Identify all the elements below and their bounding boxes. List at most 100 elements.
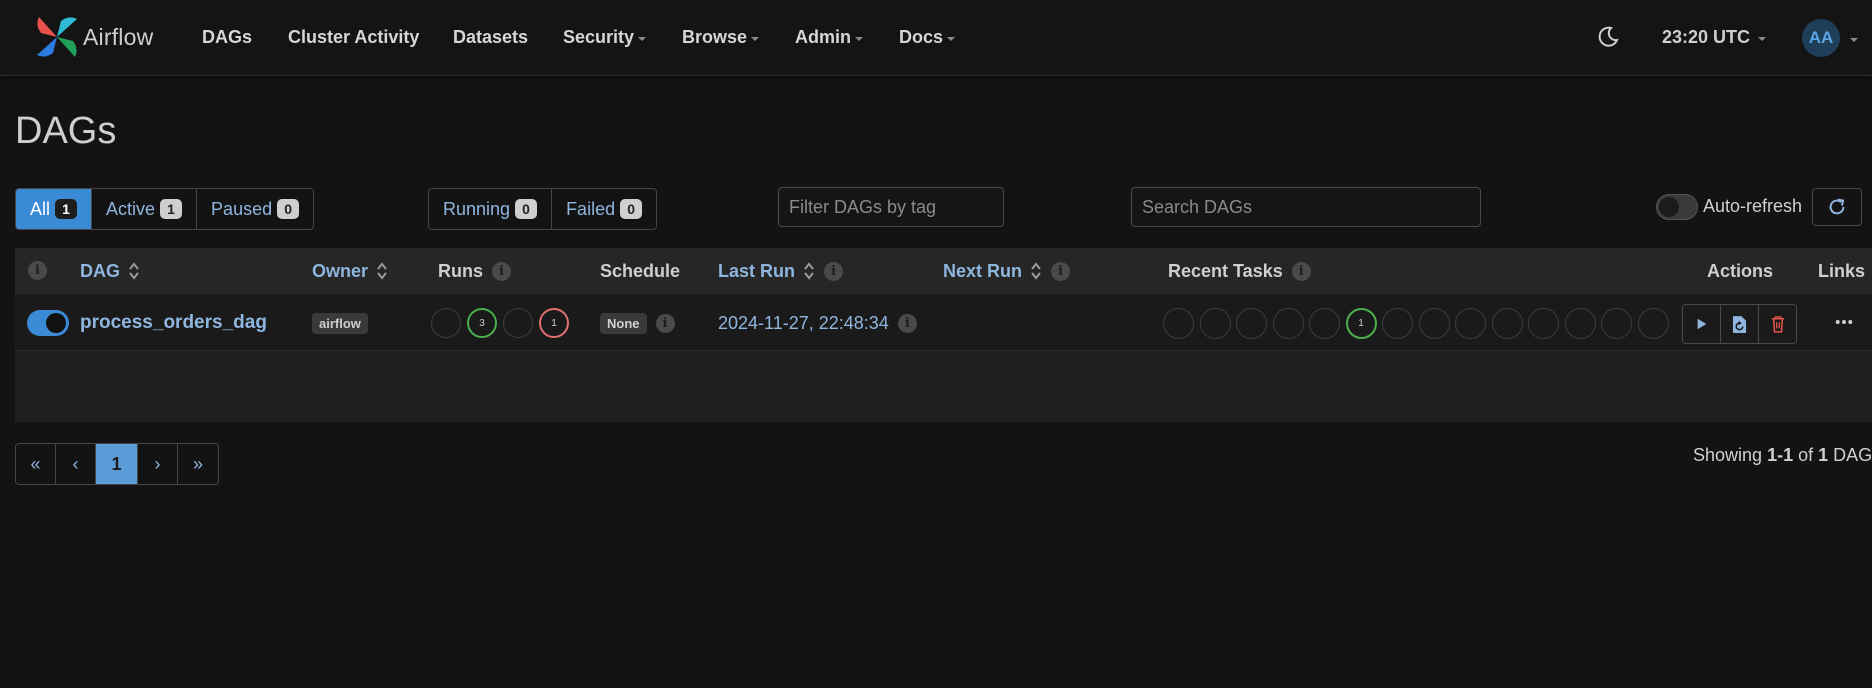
nav-docs[interactable]: Docs — [899, 0, 956, 75]
header-label: Last Run — [718, 260, 796, 281]
task-state-circle[interactable] — [1637, 307, 1669, 339]
last-run-link[interactable]: 2024-11-27, 22:48:34 — [718, 313, 889, 334]
nav-datasets[interactable]: Datasets — [453, 0, 528, 75]
current-page-button[interactable]: 1 — [96, 444, 138, 484]
header-label: Recent Tasks — [1168, 260, 1283, 281]
state-filter-group: Running 0 Failed 0 — [428, 188, 658, 230]
task-state-circle[interactable] — [1163, 307, 1194, 339]
info-icon[interactable]: i — [28, 261, 47, 280]
toggle-knob — [46, 313, 66, 333]
header-label: Owner — [312, 260, 369, 281]
schedule-badge: None — [600, 312, 647, 334]
filter-active-button[interactable]: Active 1 — [92, 189, 198, 229]
task-state-circle[interactable] — [1564, 307, 1596, 339]
reparse-dag-button[interactable] — [1721, 305, 1759, 343]
brand-logo[interactable]: Airflow — [33, 12, 153, 62]
delete-dag-button[interactable] — [1759, 305, 1796, 343]
more-links-icon[interactable] — [1829, 310, 1859, 334]
nav-label: Browse — [682, 27, 748, 47]
user-menu[interactable]: AA — [1802, 19, 1858, 57]
next-page-button[interactable]: › — [138, 444, 178, 484]
refresh-icon — [1829, 198, 1845, 215]
tag-filter-input[interactable] — [778, 187, 1004, 227]
info-icon[interactable]: i — [897, 313, 917, 333]
last-page-button[interactable]: » — [178, 444, 218, 484]
header-last-run[interactable]: Last Run i — [718, 248, 844, 294]
navbar: Airflow DAGs Cluster Activity Datasets S… — [0, 0, 1872, 76]
dag-pause-toggle[interactable] — [27, 310, 69, 336]
run-state-circle-failed[interactable]: 1 — [539, 308, 569, 338]
task-state-circle[interactable] — [1455, 307, 1486, 339]
task-state-circle-success[interactable]: 1 — [1345, 307, 1377, 339]
summary-suffix: DAGs — [1833, 445, 1872, 465]
refresh-button[interactable] — [1812, 188, 1862, 226]
header-dag[interactable]: DAG — [80, 248, 140, 294]
filter-failed-button[interactable]: Failed 0 — [552, 189, 656, 229]
sort-icon — [1031, 262, 1041, 280]
search-input[interactable] — [1131, 187, 1481, 227]
task-state-circle[interactable] — [1491, 307, 1523, 339]
run-state-circle-success[interactable]: 3 — [467, 308, 497, 338]
header-owner[interactable]: Owner — [312, 248, 388, 294]
info-icon[interactable]: i — [1051, 261, 1071, 281]
filter-paused-button[interactable]: Paused 0 — [197, 189, 313, 229]
brand-name: Airflow — [83, 23, 154, 50]
airflow-pinwheel-icon — [37, 17, 77, 57]
status-filter-group: All 1 Active 1 Paused 0 — [15, 188, 315, 230]
summary-of: of — [1793, 445, 1819, 465]
nav-browse[interactable]: Browse — [682, 0, 760, 75]
task-state-circle[interactable] — [1272, 307, 1304, 339]
moon-icon[interactable] — [1596, 25, 1620, 49]
owner-badge[interactable]: airflow — [312, 312, 368, 334]
task-state-circle[interactable] — [1528, 307, 1559, 339]
header-runs: Runs i — [438, 248, 511, 294]
task-state-circle[interactable] — [1236, 307, 1267, 339]
task-state-circle[interactable] — [1382, 307, 1413, 339]
filter-running-button[interactable]: Running 0 — [429, 189, 553, 229]
auto-refresh-label: Auto-refresh — [1703, 196, 1803, 216]
clock-dropdown[interactable]: 23:20 UTC — [1662, 0, 1767, 75]
info-icon[interactable]: i — [824, 261, 844, 281]
caret-down-icon — [1850, 37, 1858, 42]
nav-label: Security — [563, 27, 635, 47]
file-refresh-icon — [1732, 315, 1747, 333]
nav-admin[interactable]: Admin — [795, 0, 863, 75]
count-badge: 1 — [55, 199, 78, 219]
first-page-button[interactable]: « — [16, 444, 56, 484]
header-schedule: Schedule — [600, 248, 680, 294]
sort-icon — [377, 262, 387, 280]
summary-range: 1-1 — [1767, 445, 1794, 465]
run-state-circle-running[interactable] — [503, 308, 533, 338]
header-label: Schedule — [600, 260, 681, 281]
count-badge: 0 — [620, 199, 643, 219]
task-state-circle[interactable] — [1199, 307, 1231, 339]
filter-all-button[interactable]: All 1 — [16, 189, 93, 229]
info-icon[interactable]: i — [1291, 261, 1311, 281]
header-next-run[interactable]: Next Run i — [943, 248, 1071, 294]
task-state-circle[interactable] — [1309, 307, 1340, 339]
auto-refresh-switch[interactable] — [1656, 194, 1698, 220]
caret-down-icon — [751, 37, 760, 41]
sort-icon — [804, 262, 814, 280]
info-icon[interactable]: i — [655, 313, 675, 333]
prev-page-button[interactable]: ‹ — [56, 444, 96, 484]
play-icon — [1697, 318, 1706, 330]
task-state-circle[interactable] — [1418, 307, 1450, 339]
count-badge: 1 — [160, 199, 183, 219]
table-header: i DAG Owner Runs i Schedule Last Run i N… — [15, 248, 1872, 294]
summary-prefix: Showing — [1693, 445, 1768, 465]
run-state-circle-queued[interactable] — [431, 308, 461, 338]
nav-security[interactable]: Security — [563, 0, 647, 75]
task-state-circle[interactable] — [1601, 307, 1632, 339]
nav-dags[interactable]: DAGs — [202, 0, 252, 75]
avatar: AA — [1802, 19, 1840, 57]
trigger-dag-button[interactable] — [1683, 305, 1721, 343]
header-recent-tasks: Recent Tasks i — [1168, 248, 1311, 294]
recent-tasks-cell: 1 — [1163, 295, 1674, 351]
nav-cluster-activity[interactable]: Cluster Activity — [288, 0, 419, 75]
trash-icon — [1771, 316, 1784, 333]
caret-down-icon — [947, 37, 956, 41]
dag-id-link[interactable]: process_orders_dag — [80, 312, 267, 334]
info-icon[interactable]: i — [492, 261, 511, 281]
pagination: « ‹ 1 › » — [15, 443, 219, 485]
